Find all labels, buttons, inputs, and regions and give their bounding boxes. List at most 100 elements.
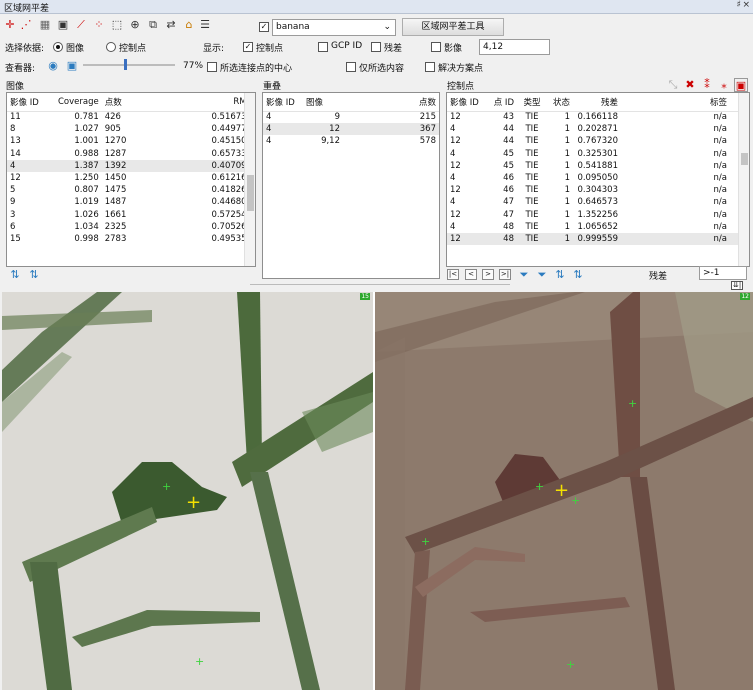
table-row[interactable]: 4 45 TIE 1 0.325301 n/a — [447, 148, 749, 160]
col-cp-point-id[interactable]: 点 ID — [483, 93, 517, 112]
col-cp-type[interactable]: 类型 — [517, 93, 547, 112]
grid-icon[interactable]: ▦ — [38, 18, 52, 32]
cp-scroll-thumb[interactable] — [741, 153, 748, 165]
filter-clear-icon[interactable]: ⏷ — [535, 268, 549, 282]
table-row[interactable]: 4 44 TIE 1 0.202871 n/a — [447, 123, 749, 135]
selected-point-crosshair[interactable]: + — [554, 482, 569, 500]
cp-sort-desc-icon[interactable]: ⇅ — [571, 268, 585, 282]
tiepoint-marker[interactable]: + — [571, 494, 580, 507]
table-row[interactable]: 14 0.988 1287 0.657334 — [7, 148, 255, 160]
nav-next-button[interactable]: > — [482, 269, 494, 280]
col-overlap-image-id[interactable]: 影像 ID — [263, 93, 303, 112]
zoom-slider[interactable] — [83, 64, 175, 66]
link-images-icon[interactable]: ⧉ — [146, 18, 160, 32]
zoom-point-icon[interactable]: ⊕ — [128, 18, 142, 32]
right-image-viewer[interactable]: + + + + + + 12 — [375, 292, 753, 690]
col-cp-status[interactable]: 状态 — [547, 93, 573, 112]
display-image-checkbox[interactable] — [431, 42, 441, 52]
zoom-slider-thumb[interactable] — [124, 59, 128, 70]
image-collection-dropdown[interactable]: banana ⌄ — [272, 19, 396, 36]
table-row[interactable]: 12 45 TIE 1 0.541881 n/a — [447, 160, 749, 172]
table-row[interactable]: 13 1.001 1270 0.451506 — [7, 135, 255, 147]
sort-asc-icon[interactable]: ⇅ — [8, 268, 22, 282]
collapse-icon[interactable]: ⇊| — [731, 281, 744, 290]
tiepoint-marker[interactable]: + — [535, 480, 544, 493]
table-row[interactable]: 4 1.387 1392 0.407094 — [7, 159, 255, 172]
residual-filter-input[interactable]: >-1 — [699, 266, 747, 280]
block-adjust-tool-button[interactable]: 区域网平差工具 — [402, 18, 504, 36]
panel-splitter[interactable] — [250, 284, 510, 285]
tiepoint-marker[interactable]: + — [162, 480, 171, 493]
col-image-id[interactable]: 影像 ID — [7, 93, 55, 112]
cp-scrollbar[interactable] — [738, 93, 749, 266]
table-row[interactable]: 12 44 TIE 1 0.767320 n/a — [447, 135, 749, 147]
col-points[interactable]: 点数 — [101, 93, 142, 112]
table-row[interactable]: 9 1.019 1487 0.446803 — [7, 196, 255, 208]
select-by-image-radio[interactable] — [53, 42, 63, 52]
table-row[interactable]: 4 46 TIE 1 0.095050 n/a — [447, 172, 749, 184]
select-by-cp-radio[interactable] — [106, 42, 116, 52]
display-residual-checkbox[interactable] — [371, 42, 381, 52]
table-row[interactable]: 4 12 367 — [263, 123, 439, 136]
line-tool-icon[interactable]: ⟋ — [74, 18, 88, 32]
images-scrollbar[interactable] — [244, 93, 255, 266]
table-row[interactable]: 12 48 TIE 1 0.999559 n/a — [447, 232, 749, 246]
display-gcp-checkbox[interactable] — [318, 42, 328, 52]
nav-prev-button[interactable]: < — [465, 269, 477, 280]
tiepoint-marker[interactable]: + — [421, 535, 430, 548]
table-row[interactable]: 5 0.807 1475 0.418262 — [7, 184, 255, 196]
dropdown-toggle-checkbox[interactable]: ✓ — [259, 22, 269, 32]
image-ids-input[interactable]: 4,12 — [479, 39, 550, 55]
images-scroll-thumb[interactable] — [247, 175, 254, 211]
col-rms[interactable]: RMS — [141, 93, 255, 112]
select-points-icon[interactable]: ⬚ — [110, 18, 124, 32]
pin-icon[interactable]: ♯ — [737, 0, 741, 10]
col-cp-tag[interactable]: 标签 — [621, 93, 749, 112]
table-row[interactable]: 4 48 TIE 1 1.065652 n/a — [447, 221, 749, 233]
col-coverage[interactable]: Coverage — [55, 93, 102, 112]
export-icon[interactable]: ▣ — [734, 78, 748, 92]
table-row[interactable]: 3 1.026 1661 0.572543 — [7, 209, 255, 221]
viewer-settings-icon[interactable]: ▣ — [65, 59, 79, 73]
nav-first-button[interactable]: |< — [447, 269, 459, 280]
display-cp-checkbox[interactable]: ✓ — [243, 42, 253, 52]
table-row[interactable]: 4 9 215 — [263, 111, 439, 123]
delete-all-icon[interactable]: ⁎ — [717, 78, 731, 92]
delete-point-icon[interactable]: ✖ — [683, 78, 697, 92]
col-cp-residual[interactable]: 残差 — [573, 93, 621, 112]
table-icon[interactable]: ☰ — [198, 18, 212, 32]
table-row[interactable]: 6 1.034 2325 0.705260 — [7, 221, 255, 233]
table-row[interactable]: 12 47 TIE 1 1.352256 n/a — [447, 209, 749, 221]
solution-points-checkbox[interactable] — [425, 62, 435, 72]
only-selected-checkbox[interactable] — [346, 62, 356, 72]
table-row[interactable]: 8 1.027 905 0.449774 — [7, 123, 255, 135]
globe-icon[interactable]: ◉ — [46, 59, 60, 73]
nav-last-button[interactable]: >| — [499, 269, 511, 280]
tiepoint-marker[interactable]: + — [195, 655, 204, 668]
table-row[interactable]: 4 47 TIE 1 0.646573 n/a — [447, 196, 749, 208]
add-tiepoint-icon[interactable]: ✛ — [3, 18, 17, 32]
table-row[interactable]: 4 9,12 578 — [263, 135, 439, 147]
table-row[interactable]: 15 0.998 2783 0.495353 — [7, 233, 255, 245]
tool-disabled-icon[interactable]: ⤡ — [666, 78, 680, 92]
filter-icon[interactable]: ⏷ — [517, 268, 531, 282]
point-filter-icon[interactable]: ⁘ — [92, 18, 106, 32]
table-row[interactable]: 12 46 TIE 1 0.304303 n/a — [447, 184, 749, 196]
table-row[interactable]: 11 0.781 426 0.516731 — [7, 111, 255, 123]
selected-point-crosshair[interactable]: + — [186, 494, 201, 512]
table-row[interactable]: 12 43 TIE 1 0.166118 n/a — [447, 111, 749, 123]
auto-tiepoint-icon[interactable]: ⋰ — [19, 18, 33, 32]
sync-icon[interactable]: ⇄ — [164, 18, 178, 32]
cp-sort-asc-icon[interactable]: ⇅ — [553, 268, 567, 282]
col-overlap-images[interactable]: 图像 — [303, 93, 343, 112]
col-cp-image-id[interactable]: 影像 ID — [447, 93, 483, 112]
home-icon[interactable]: ⌂ — [182, 18, 196, 32]
delete-selected-icon[interactable]: ⁑ — [700, 78, 714, 92]
table-row[interactable]: 12 1.250 1450 0.612166 — [7, 172, 255, 184]
tiepoint-marker[interactable]: + — [566, 658, 575, 671]
tiepoint-marker[interactable]: + — [628, 397, 637, 410]
sort-desc-icon[interactable]: ⇅ — [27, 268, 41, 282]
left-image-viewer[interactable]: + + + 15 — [2, 292, 373, 690]
center-selected-checkbox[interactable] — [207, 62, 217, 72]
save-icon[interactable]: ▣ — [56, 18, 70, 32]
